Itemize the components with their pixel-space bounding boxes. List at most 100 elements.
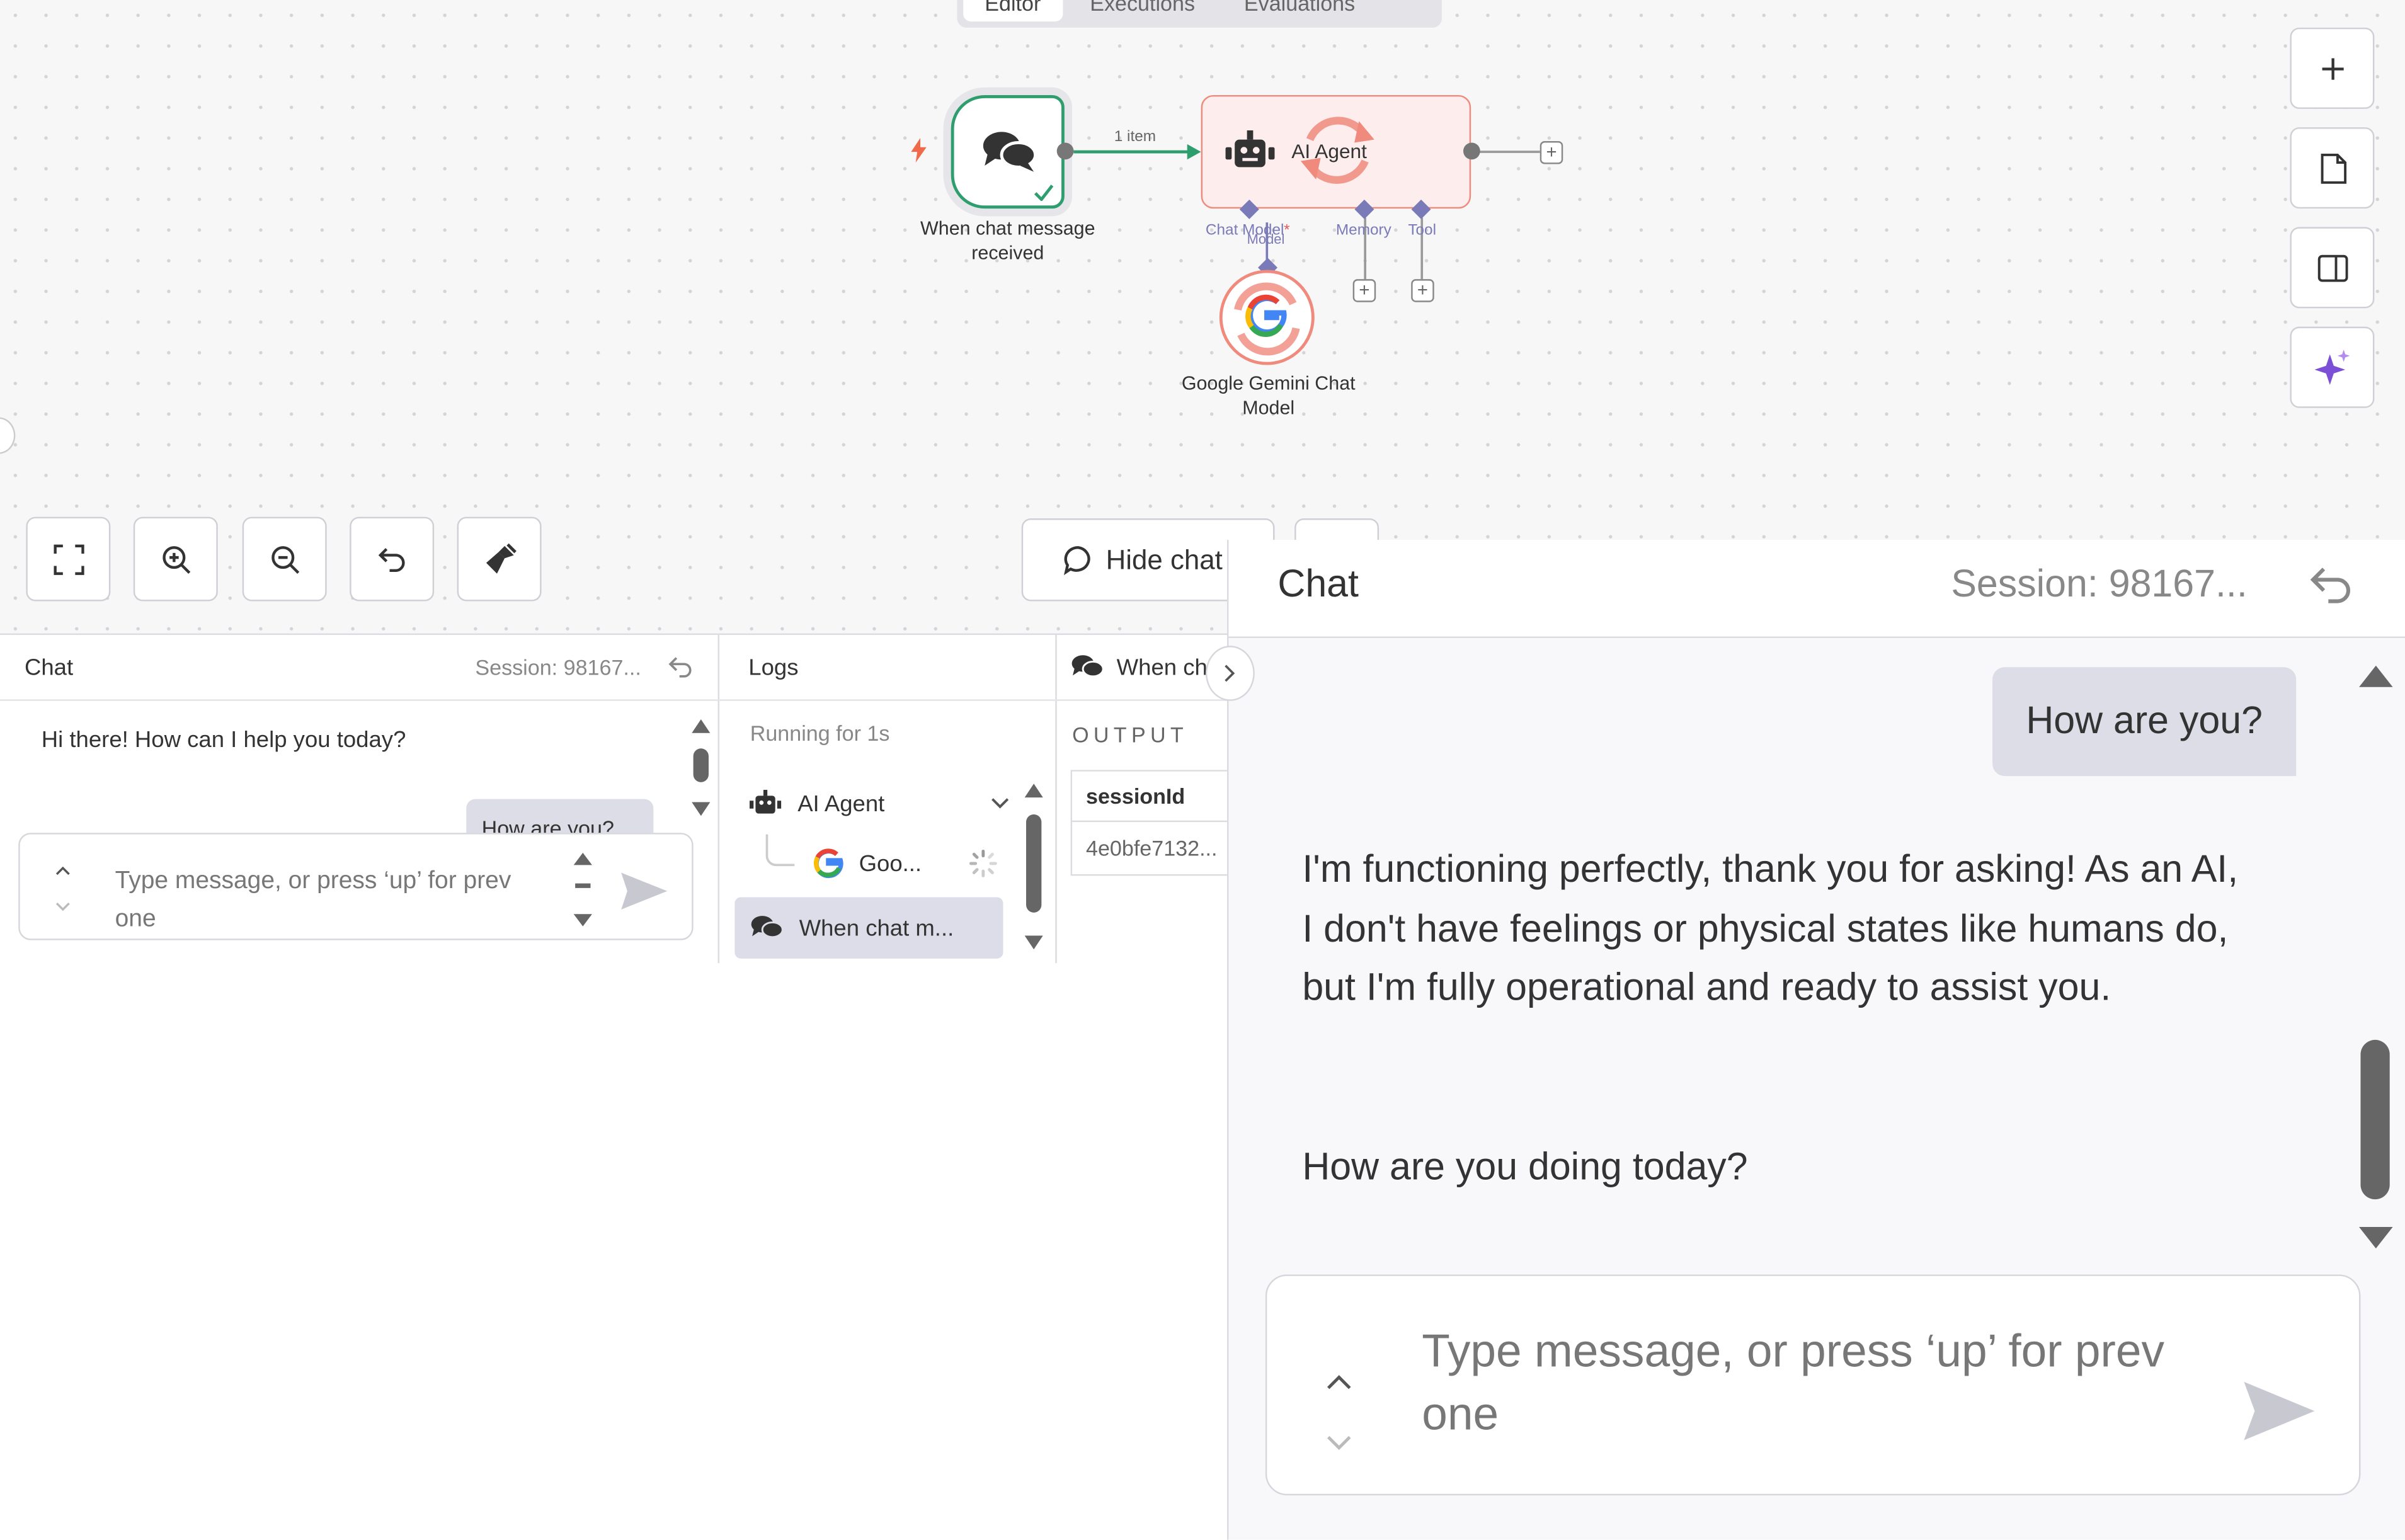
output-table: sessionId 4e0bfe7132...	[1070, 770, 1227, 876]
chat-panel-title: Chat	[24, 654, 74, 680]
chevron-down-icon[interactable]	[991, 797, 1009, 809]
zoom-in-icon	[160, 544, 191, 574]
history-up-icon[interactable]	[55, 865, 71, 876]
robot-icon	[1224, 130, 1276, 173]
chat-large-header: Chat Session: 98167...	[1228, 540, 2405, 638]
add-node-button[interactable]	[2290, 27, 2375, 109]
output-cell: 4e0bfe7132...	[1085, 836, 1218, 861]
session-id-label: Session: 98167...	[475, 654, 641, 680]
clear-execution-button[interactable]	[457, 516, 542, 602]
logs-panel: Logs Running for 1s AI Agent Goo... When…	[717, 635, 1057, 964]
output-section-label: OUTPUT	[1072, 722, 1189, 747]
output-panel-header: When chat message received	[1055, 635, 1227, 701]
reset-session-icon[interactable]	[2310, 566, 2353, 606]
trigger-node-chat-message[interactable]	[951, 94, 1065, 209]
undo-icon	[377, 544, 408, 574]
lightning-icon	[910, 138, 928, 163]
broom-icon	[483, 542, 517, 576]
ai-agent-node[interactable]: AI Agent	[1201, 94, 1471, 209]
google-g-icon	[1228, 279, 1305, 356]
chat-scrollbar-thumb[interactable]	[693, 748, 709, 782]
logs-scroll-up-arrow[interactable]	[1024, 784, 1043, 798]
scroll-down-arrow[interactable]	[2359, 1227, 2393, 1249]
google-gemini-chat-model-node[interactable]	[1219, 270, 1315, 365]
chat-bubbles-icon	[750, 914, 784, 942]
chat-bubbles-icon	[981, 129, 1037, 175]
ai-assistant-button[interactable]	[2290, 326, 2375, 408]
panel-collapse-handle[interactable]	[1205, 646, 1255, 701]
logs-scroll-down-arrow[interactable]	[1024, 935, 1043, 950]
logs-panel-header: Logs	[717, 635, 1056, 701]
plus-icon	[2320, 56, 2345, 81]
log-tree-connector	[765, 834, 795, 867]
ai-agent-node-title: AI Agent	[1291, 139, 1367, 163]
output-column-header: sessionId	[1072, 771, 1227, 823]
history-down-icon[interactable]	[55, 902, 71, 913]
add-memory-button[interactable]: +	[1352, 279, 1376, 302]
chat-bubble-icon	[1063, 544, 1094, 576]
user-message-bubble: How are you?	[1992, 667, 2297, 777]
workflow-canvas[interactable]: Editor Executions Evaluations When chat …	[0, 0, 2405, 634]
memory-port-label: Memory	[1335, 222, 1391, 239]
required-asterisk: *	[1284, 222, 1290, 239]
fit-view-button[interactable]	[26, 516, 111, 602]
sparkle-icon	[2312, 348, 2352, 387]
model-port-label: Model	[1247, 231, 1285, 248]
chat-panel-header: Chat Session: 98167...	[0, 635, 718, 701]
chat-scrollbar-thumb[interactable]	[2360, 1039, 2390, 1200]
user-message-text: How are you?	[2026, 699, 2263, 743]
log-item-label: Goo...	[859, 850, 922, 877]
robot-icon	[748, 790, 782, 818]
add-node-after-agent-button[interactable]: +	[1540, 141, 1563, 164]
bot-greeting-message: Hi there! How can I help you today?	[41, 727, 406, 753]
user-message-bubble-small: How are you?	[466, 799, 654, 833]
scroll-up-arrow[interactable]	[2359, 665, 2393, 687]
zoom-in-button[interactable]	[133, 516, 218, 602]
tool-port-label: Tool	[1408, 222, 1437, 239]
scroll-up-arrow[interactable]	[692, 719, 711, 733]
bottom-panel: Chat Session: 98167... Hi there! How can…	[0, 633, 1227, 964]
trigger-node-label: When chat message received	[920, 217, 1095, 264]
history-up-icon[interactable]	[1327, 1374, 1351, 1389]
log-item-label: AI Agent	[797, 790, 885, 817]
google-g-icon	[813, 848, 844, 879]
send-icon[interactable]	[2242, 1381, 2316, 1442]
gemini-node-label: Google Gemini Chat Model	[1181, 372, 1356, 419]
sticky-note-icon	[2319, 152, 2346, 183]
success-check-icon	[1034, 184, 1054, 201]
zoom-out-icon	[269, 544, 300, 574]
output-panel: When chat message received OUTPUT sessio…	[1055, 635, 1227, 963]
log-item-label: When chat m...	[799, 915, 954, 941]
zoom-out-button[interactable]	[242, 516, 327, 602]
agent-output-port[interactable]	[1463, 142, 1480, 160]
connection-item-count: 1 item	[1114, 128, 1157, 146]
fullscreen-icon	[53, 544, 84, 574]
logs-status: Running for 1s	[750, 721, 890, 746]
logs-scrollbar-thumb[interactable]	[1026, 814, 1042, 913]
session-id-label: Session: 98167...	[1951, 562, 2248, 606]
log-item-google-gemini[interactable]: Goo...	[813, 843, 997, 883]
chat-input-placeholder-large: Type message, or press ‘up’ for prev one	[1422, 1326, 2165, 1440]
log-item-ai-agent[interactable]: AI Agent	[748, 784, 1009, 823]
chat-bubbles-icon	[1071, 653, 1105, 681]
undo-button[interactable]	[350, 516, 435, 602]
reset-session-icon[interactable]	[668, 656, 694, 678]
hide-chat-label: Hide chat	[1105, 544, 1223, 574]
input-scroll-icon	[572, 852, 593, 927]
n8n-workflow-editor: Editor Executions Evaluations When chat …	[0, 0, 2405, 1540]
loading-spinner-icon	[969, 849, 997, 877]
panel-right-icon	[2317, 254, 2348, 282]
toggle-panel-button[interactable]	[2290, 227, 2375, 309]
history-down-icon[interactable]	[1327, 1435, 1351, 1451]
bot-response-paragraph-1: I'm functioning perfectly, thank you for…	[1302, 848, 2239, 1010]
chat-input-box-small[interactable]: Type message, or press ‘up’ for prev one	[18, 833, 694, 940]
chat-input-box-large[interactable]: Type message, or press ‘up’ for prev one	[1265, 1274, 2361, 1496]
sticky-note-button[interactable]	[2290, 127, 2375, 209]
chat-large-title: Chat	[1277, 562, 1359, 606]
log-item-chat-trigger-selected[interactable]: When chat m...	[734, 897, 1003, 959]
add-tool-button[interactable]: +	[1411, 279, 1434, 302]
send-icon[interactable]	[620, 871, 669, 911]
trigger-output-port[interactable]	[1056, 142, 1074, 160]
bot-response-paragraph-2: How are you doing today?	[1302, 1145, 1748, 1189]
scroll-down-arrow[interactable]	[692, 802, 711, 816]
